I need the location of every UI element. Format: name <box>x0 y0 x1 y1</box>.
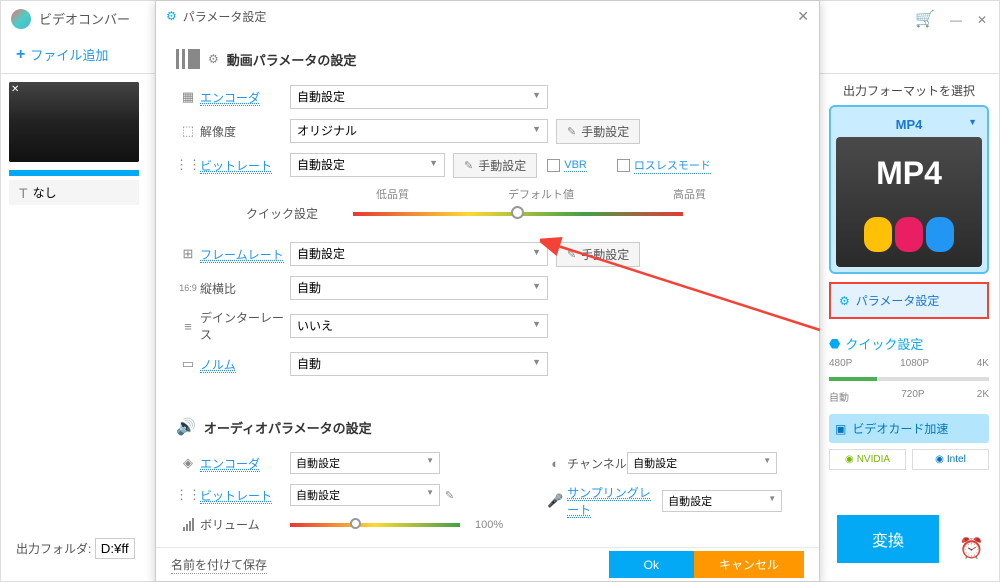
norm-label[interactable]: ノルム <box>200 356 290 373</box>
film-icon <box>176 49 200 69</box>
resolution-manual-button[interactable]: ✎手動設定 <box>556 119 640 144</box>
annotation-arrow <box>540 235 830 338</box>
volume-icon <box>176 518 200 531</box>
audio-section-title: オーディオパラメータの設定 <box>204 418 372 437</box>
channel-label: チャンネル <box>567 455 627 472</box>
alarm-icon[interactable]: ⏰ <box>959 536 984 561</box>
save-as-link[interactable]: 名前を付けて保存 <box>171 556 267 574</box>
channel-select[interactable]: 自動設定 <box>627 452 777 474</box>
lossless-checkbox[interactable]: ロスレスモード <box>617 157 711 174</box>
add-file-button[interactable]: + ファイル追加 <box>16 45 108 64</box>
volume-label: ボリューム <box>200 516 290 533</box>
nvidia-badge[interactable]: ◉NVIDIA <box>829 449 906 470</box>
encoder-select[interactable]: 自動設定 <box>290 85 548 109</box>
volume-slider[interactable] <box>290 523 460 527</box>
bitrate-select[interactable]: 自動設定 <box>290 153 445 177</box>
close-button[interactable]: ✕ <box>977 13 989 25</box>
bitrate-manual-button[interactable]: ✎手動設定 <box>453 153 537 178</box>
resolution-icon: ⬚ <box>176 123 200 139</box>
aspect-icon: 16:9 <box>176 283 200 293</box>
dialog-title: パラメータ設定 <box>183 8 267 25</box>
plus-icon: + <box>16 46 25 64</box>
bitrate-label[interactable]: ビットレート <box>200 157 290 174</box>
volume-value: 100% <box>475 519 503 531</box>
framerate-label[interactable]: フレームレート <box>200 246 290 263</box>
resolution-select[interactable]: オリジナル <box>290 119 548 143</box>
quality-slider[interactable] <box>829 377 989 381</box>
format-preview: MP4 <box>836 137 982 267</box>
output-folder-label: 出力フォルダ: <box>16 542 91 556</box>
chip-icon: ▣ <box>835 422 846 436</box>
pencil-icon[interactable]: ✎ <box>445 489 454 502</box>
quick-settings-title: ⬣ クイック設定 <box>829 329 989 358</box>
sliders-icon: ⚙ <box>839 294 850 308</box>
audio-bitrate-label[interactable]: ビットレート <box>200 487 290 504</box>
gear-icon: ⚙ <box>208 52 219 66</box>
subtitle-label[interactable]: T なし <box>9 180 139 205</box>
app-logo <box>11 9 31 29</box>
samplerate-icon: 🎤 <box>543 493 567 509</box>
resolution-label: 解像度 <box>200 123 290 140</box>
audio-encoder-icon: ◈ <box>176 455 200 471</box>
video-section-title: 動画パラメータの設定 <box>227 50 357 69</box>
channel-icon: ◐ <box>543 456 567 471</box>
deinterlace-select[interactable]: いいえ <box>290 314 548 338</box>
intel-badge[interactable]: ◉Intel <box>912 449 989 470</box>
pencil-icon: ✎ <box>464 159 473 172</box>
encoder-label[interactable]: エンコーダ <box>200 89 290 106</box>
framerate-icon: ⊞ <box>176 246 200 262</box>
samplerate-label[interactable]: サンプリングレート <box>567 484 662 518</box>
format-card[interactable]: MP4 MP4 <box>829 105 989 274</box>
progress-bar <box>9 170 139 176</box>
parameter-settings-button[interactable]: ⚙ パラメータ設定 <box>829 282 989 319</box>
vbr-checkbox[interactable]: VBR <box>547 159 587 172</box>
framerate-select[interactable]: 自動設定 <box>290 242 548 266</box>
gpu-accel-button[interactable]: ▣ ビデオカード加速 <box>829 414 989 443</box>
minimize-button[interactable]: — <box>950 13 962 25</box>
quality-slider[interactable] <box>353 212 683 216</box>
norm-select[interactable]: 自動 <box>290 352 548 376</box>
speaker-icon: 🔊 <box>176 417 196 437</box>
encoder-icon: ▦ <box>176 89 200 105</box>
ok-button[interactable]: Ok <box>609 551 694 578</box>
aspect-select[interactable]: 自動 <box>290 276 548 300</box>
audio-bitrate-icon: ⋮⋮ <box>176 487 200 503</box>
video-thumbnail[interactable]: ✕ <box>9 82 139 162</box>
cancel-button[interactable]: キャンセル <box>694 551 804 578</box>
convert-button[interactable]: 変換 <box>837 515 939 563</box>
close-icon[interactable]: ✕ <box>797 8 809 25</box>
audio-encoder-select[interactable]: 自動設定 <box>290 452 440 474</box>
deinterlace-label: デインターレース <box>200 309 290 343</box>
bitrate-icon: ⋮⋮ <box>176 157 200 173</box>
norm-icon: ▭ <box>176 356 200 372</box>
quick-set-label: クイック設定 <box>246 205 318 222</box>
output-format-header: 出力フォーマットを選択 <box>829 76 989 105</box>
gauge-icon: ⬣ <box>829 336 840 352</box>
app-title: ビデオコンバー <box>39 9 130 28</box>
aspect-label: 縦横比 <box>200 280 290 297</box>
audio-bitrate-select[interactable]: 自動設定 <box>290 484 440 506</box>
audio-encoder-label[interactable]: エンコーダ <box>200 455 290 472</box>
format-select[interactable]: MP4 <box>836 112 982 137</box>
sliders-icon: ⚙ <box>166 9 177 23</box>
samplerate-select[interactable]: 自動設定 <box>662 490 782 512</box>
deinterlace-icon: ≡ <box>176 319 200 334</box>
output-folder-input[interactable] <box>95 538 135 559</box>
pencil-icon: ✎ <box>567 125 576 138</box>
remove-icon[interactable]: ✕ <box>11 84 19 95</box>
cart-icon[interactable]: 🛒 <box>915 9 935 29</box>
